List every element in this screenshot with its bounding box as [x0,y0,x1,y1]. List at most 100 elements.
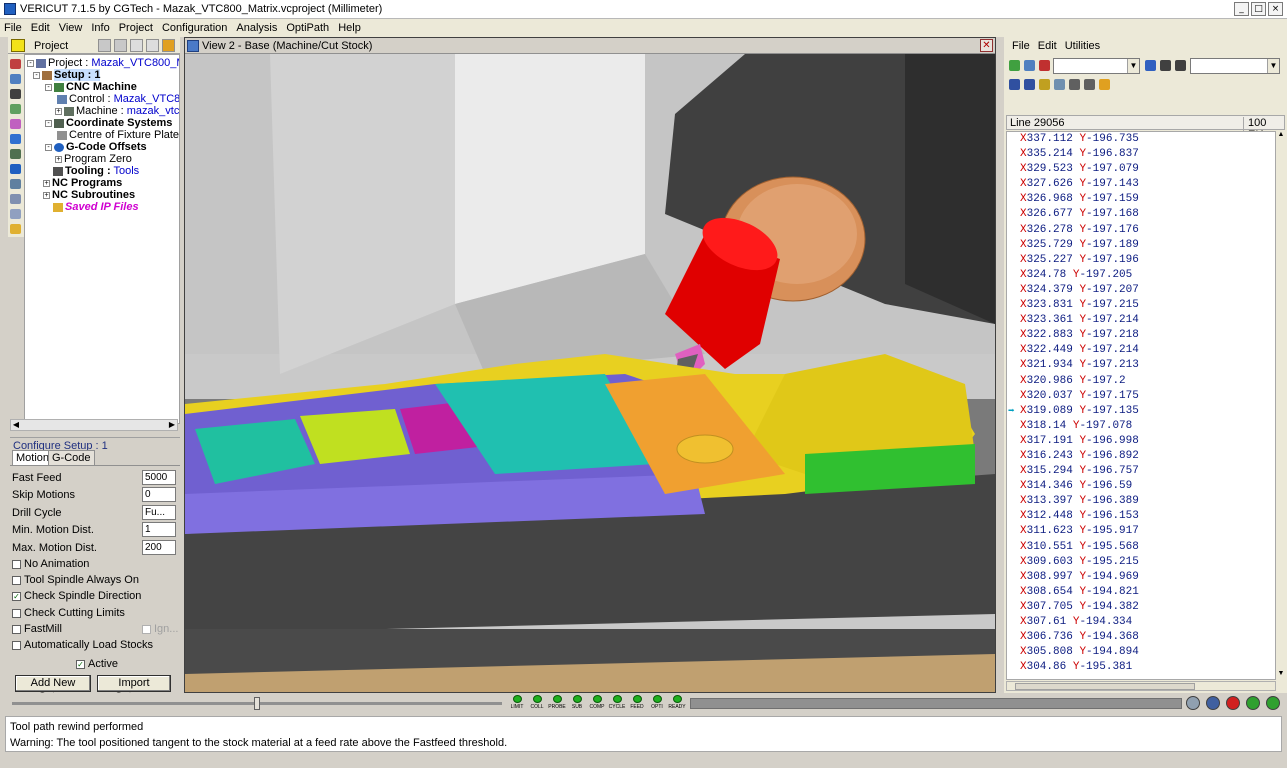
minimize-button[interactable]: _ [1234,2,1249,16]
nc-line[interactable]: X320.986 Y-197.2 [1007,374,1275,389]
scroll-right-icon[interactable]: ▶ [167,420,177,430]
report-icon[interactable] [10,209,21,219]
nc-line[interactable]: X329.523 Y-197.079 [1007,162,1275,177]
menu-analysis[interactable]: Analysis [236,22,277,34]
auto-load-stocks-checkbox[interactable]: Automatically Load Stocks [12,638,153,652]
slider-knob[interactable] [254,697,260,710]
nc-program-icon[interactable] [10,179,21,189]
tree-tooling[interactable]: Tooling : Tools [53,165,139,177]
redo-icon[interactable] [146,39,159,52]
machine-icon[interactable] [10,59,21,69]
drill-cycle-select[interactable]: Fu... [142,505,176,520]
fast-feed-input[interactable]: 5000 [142,470,176,485]
nc-line[interactable]: X314.346 Y-196.59 [1007,479,1275,494]
nc-line[interactable]: X309.603 Y-195.215 [1007,555,1275,570]
max-motion-input[interactable]: 200 [142,540,176,555]
nc-line[interactable]: X324.78 Y-197.205 [1007,268,1275,283]
nc-step-icon[interactable] [1009,79,1020,90]
nc-line[interactable]: X335.214 Y-196.837 [1007,147,1275,162]
nc-line[interactable]: X305.808 Y-194.894 [1007,645,1275,660]
add-new-setup-button[interactable]: Add New Setup [15,675,91,703]
maximize-button[interactable]: □ [1251,2,1266,16]
nc-hscroll-thumb[interactable] [1015,683,1195,690]
ign-checkbox[interactable]: Ign... [142,622,178,636]
save-project-icon[interactable] [162,39,175,52]
step-icon[interactable] [1246,696,1260,710]
tree-fixture-plate[interactable]: Centre of Fixture Plate [57,129,179,141]
nc-line[interactable]: X325.729 Y-197.189 [1007,238,1275,253]
chevron-down-icon[interactable]: ▼ [1127,59,1139,73]
tab-motion[interactable]: Motion [12,450,54,465]
menu-view[interactable]: View [59,22,83,34]
tree-setup[interactable]: - Setup : 1 [33,69,101,81]
menu-info[interactable]: Info [91,22,109,34]
nc-save-icon[interactable] [1024,60,1035,71]
nc-code-list[interactable]: X337.112 Y-196.735 X335.214 Y-196.837 X329… [1006,131,1276,680]
nc-vertical-scrollbar[interactable]: ▲ ▼ [1276,131,1286,680]
nc-list-icon[interactable] [1084,79,1095,90]
nc-line[interactable]: X308.997 Y-194.969 [1007,570,1275,585]
nc-line[interactable]: X337.112 Y-196.735 [1007,132,1275,147]
chevron-down-icon[interactable]: ▼ [1267,59,1279,73]
stop-icon[interactable] [1226,696,1240,710]
skip-motions-input[interactable]: 0 [142,487,176,502]
nc-line[interactable]: X310.551 Y-195.568 [1007,540,1275,555]
nc-line[interactable]: X326.677 Y-197.168 [1007,207,1275,222]
min-motion-input[interactable]: 1 [142,522,176,537]
tree-gcode-offsets[interactable]: - G-Code Offsets [45,141,147,153]
reset-icon[interactable] [1186,696,1200,710]
nc-line[interactable]: X323.361 Y-197.214 [1007,313,1275,328]
animation-speed-slider[interactable] [12,697,502,710]
view-close-button[interactable]: ✕ [980,39,993,52]
nc-line[interactable]: X308.654 Y-194.821 [1007,585,1275,600]
nc-search-combo[interactable]: ▼ [1190,58,1280,74]
saved-files-icon[interactable] [10,224,21,234]
nc-line[interactable]: X319.089 Y-197.135 [1007,404,1275,419]
nc-line[interactable]: X304.86 Y-195.381 [1007,660,1275,675]
tool-icon[interactable] [10,104,21,114]
nc-menu-utilities[interactable]: Utilities [1065,40,1100,52]
tree-project[interactable]: -Project : Mazak_VTC800_Matrix [27,57,179,69]
nc-open-icon[interactable] [1009,60,1020,71]
active-checkbox[interactable]: ✓ Active [76,657,118,671]
nc-line[interactable]: X307.705 Y-194.382 [1007,600,1275,615]
nc-line[interactable]: X320.037 Y-197.175 [1007,389,1275,404]
tree-nc-programs[interactable]: + NC Programs [43,177,122,189]
tab-gcode[interactable]: G-Code [48,450,95,465]
import-setup-button[interactable]: Import Setup... [97,675,171,703]
nc-line[interactable]: X317.191 Y-196.998 [1007,434,1275,449]
tree-horizontal-scrollbar[interactable]: ◀ ▶ [10,419,178,431]
nc-line[interactable]: X312.448 Y-196.153 [1007,509,1275,524]
stock-icon[interactable] [10,119,21,129]
tree-control[interactable]: Control : Mazak_VTC800 [57,93,179,105]
nc-file-combo[interactable]: ▼ [1053,58,1140,74]
nc-line[interactable]: X326.278 Y-197.176 [1007,223,1275,238]
menu-edit[interactable]: Edit [31,22,50,34]
nc-export-icon[interactable] [1099,79,1110,90]
play-icon[interactable] [1266,696,1280,710]
nc-line[interactable]: X326.968 Y-197.159 [1007,192,1275,207]
nc-line[interactable]: X323.831 Y-197.215 [1007,298,1275,313]
menu-optipath[interactable]: OptiPath [286,22,329,34]
scroll-up-icon[interactable]: ▲ [1276,131,1286,141]
model-icon[interactable] [10,89,21,99]
spindle-always-on-checkbox[interactable]: Tool Spindle Always On [12,573,139,587]
nc-edit-icon[interactable] [1054,79,1065,90]
document-icon[interactable] [10,194,21,204]
nc-step-back-icon[interactable] [1024,79,1035,90]
nc-line[interactable]: X325.227 Y-197.196 [1007,253,1275,268]
nc-tag-icon[interactable] [1039,79,1050,90]
nc-line[interactable]: X307.61 Y-194.334 [1007,615,1275,630]
menu-configuration[interactable]: Configuration [162,22,227,34]
tree-saved-ip-files[interactable]: Saved IP Files [53,201,139,213]
nc-goto-icon[interactable] [1145,60,1156,71]
check-cutting-limits-checkbox[interactable]: Check Cutting Limits [12,606,125,620]
rewind-icon[interactable] [1206,696,1220,710]
menu-help[interactable]: Help [338,22,361,34]
nc-menu-file[interactable]: File [1012,40,1030,52]
machine-3d-view[interactable] [185,54,995,692]
nc-filter-icon[interactable] [1039,60,1050,71]
open-project-icon[interactable] [114,39,127,52]
tree-machine[interactable]: +Machine : mazak_vtc800 [45,105,179,117]
arrow-icon[interactable] [10,134,21,144]
